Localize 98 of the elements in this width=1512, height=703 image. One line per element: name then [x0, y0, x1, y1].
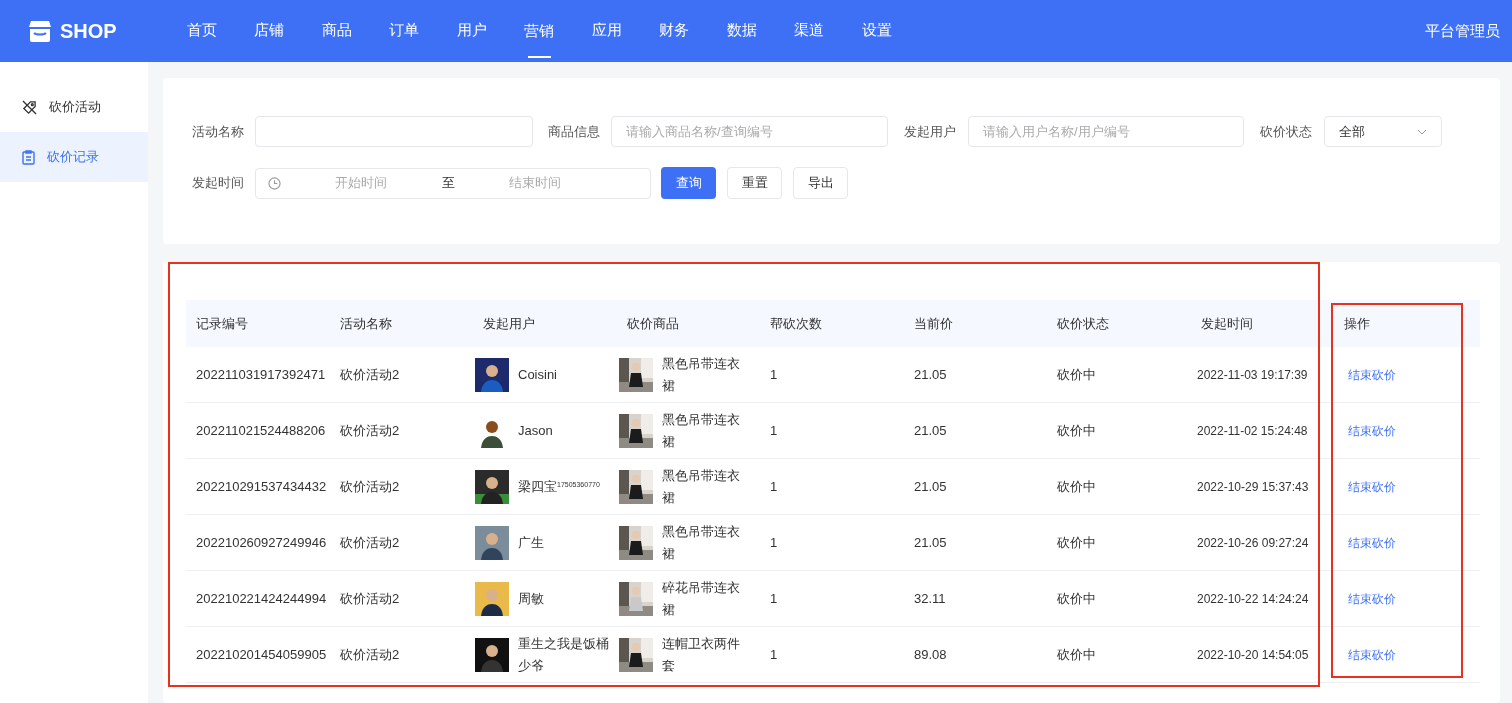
- table-cell: 砍价中: [1057, 534, 1096, 550]
- table-cell: 2022-11-02 15:24:48: [1197, 423, 1308, 438]
- action-button[interactable]: 重置: [727, 167, 782, 199]
- table-cell: 32.11: [914, 590, 946, 606]
- table-cell: 202211031917392471: [196, 366, 326, 382]
- table-cell-text: 连帽卫衣两件套: [662, 634, 741, 675]
- table-cell: 202210260927249946: [196, 534, 327, 550]
- table-cell-text: 周敏: [518, 589, 544, 608]
- table-cell: 89.08: [914, 646, 947, 662]
- column-header: 砍价商品: [627, 315, 679, 331]
- text-field[interactable]: [255, 116, 533, 147]
- table-cell-text: 重生之我是饭桶少爷: [518, 634, 609, 675]
- table-cell: 2022-10-29 15:37:43: [1197, 479, 1309, 494]
- date-range-picker[interactable]: 开始时间 至 结束时间: [255, 167, 651, 199]
- nav-tab[interactable]: 设置: [843, 0, 911, 62]
- table-cell: 1: [770, 422, 778, 438]
- table-cell: 1: [770, 646, 778, 662]
- nav-tab[interactable]: 渠道: [775, 0, 843, 62]
- table-cell: 21.05: [914, 366, 947, 382]
- table-cell: 2022-11-03 19:17:39: [1197, 367, 1308, 382]
- field-label: 发起用户: [904, 122, 957, 141]
- table-cell: 砍价活动2: [340, 366, 400, 382]
- table-cell: 砍价中: [1057, 646, 1096, 662]
- table-cell: 202210201454059905: [196, 646, 327, 662]
- user-name[interactable]: 平台管理员: [1425, 19, 1500, 43]
- table-cell: 1: [770, 366, 778, 382]
- column-header: 操作: [1344, 315, 1370, 331]
- sidebar-item[interactable]: 砍价记录: [0, 132, 148, 182]
- text-field[interactable]: 请输入商品名称/查询编号: [611, 116, 888, 147]
- end-bargain-link[interactable]: 结束砍价: [1348, 423, 1396, 438]
- table-cell-text: 黑色吊带连衣裙: [662, 354, 741, 395]
- table-cell-text: Coisini: [518, 365, 557, 384]
- nav-tab[interactable]: 店铺: [235, 0, 303, 62]
- table-cell: 21.05: [914, 534, 947, 550]
- end-date-field[interactable]: 结束时间: [455, 173, 615, 193]
- table-cell: 砍价活动2: [340, 422, 400, 438]
- table-cell: 2022-10-26 09:27:24: [1197, 535, 1309, 550]
- table-cell: 砍价中: [1057, 422, 1096, 438]
- end-bargain-link[interactable]: 结束砍价: [1348, 367, 1396, 382]
- table-cell: 1: [770, 590, 778, 606]
- end-bargain-link[interactable]: 结束砍价: [1348, 535, 1396, 550]
- end-bargain-link[interactable]: 结束砍价: [1348, 479, 1396, 494]
- column-header: 发起时间: [1201, 315, 1253, 331]
- clock-icon: [268, 176, 281, 190]
- field-label: 砍价状态: [1260, 122, 1313, 141]
- tag-icon: [22, 99, 37, 115]
- nav-tab[interactable]: 应用: [573, 0, 641, 62]
- column-header: 帮砍次数: [770, 315, 822, 331]
- table-cell-text: 广生: [518, 533, 544, 552]
- table-cell: 2022-10-20 14:54:05: [1197, 647, 1309, 662]
- start-date-field[interactable]: 开始时间: [281, 173, 441, 193]
- column-header: 记录编号: [196, 315, 248, 331]
- nav-tab[interactable]: 财务: [640, 0, 708, 62]
- sidebar-item[interactable]: 砍价活动: [0, 82, 148, 132]
- column-header: 当前价: [914, 315, 953, 331]
- search-button[interactable]: 查询: [661, 167, 716, 199]
- table-cell-text: 黑色吊带连衣裙: [662, 466, 741, 507]
- end-bargain-link[interactable]: 结束砍价: [1348, 647, 1396, 662]
- table-cell: 砍价中: [1057, 478, 1096, 494]
- table-cell: 砍价中: [1057, 366, 1096, 382]
- nav-tab[interactable]: 数据: [708, 0, 776, 62]
- field-label: 商品信息: [548, 122, 601, 141]
- column-header: 砍价状态: [1057, 315, 1109, 331]
- action-button[interactable]: 导出: [793, 167, 848, 199]
- nav-tab[interactable]: 订单: [370, 0, 438, 62]
- table-cell-text: Jason: [518, 421, 553, 440]
- nav-tab[interactable]: 首页: [168, 0, 236, 62]
- logo-text: SHOP: [60, 19, 117, 44]
- field-label: 活动名称: [192, 122, 245, 141]
- table-cell: 砍价中: [1057, 590, 1096, 606]
- clipboard-icon: [22, 149, 35, 165]
- table-cell: 1: [770, 534, 778, 550]
- table-cell: 砍价活动2: [340, 590, 400, 606]
- nav-tab[interactable]: 商品: [303, 0, 371, 62]
- status-select[interactable]: 全部: [1324, 116, 1442, 147]
- table-cell-text: 黑色吊带连衣裙: [662, 522, 741, 563]
- table-cell: 21.05: [914, 478, 947, 494]
- end-bargain-link[interactable]: 结束砍价: [1348, 591, 1396, 606]
- table-cell-text: 黑色吊带连衣裙: [662, 410, 741, 451]
- table-cell: 202210291537434432: [196, 478, 327, 494]
- table-cell: 202210221424244994: [196, 590, 327, 606]
- table-cell: 21.05: [914, 422, 947, 438]
- table-cell: 202211021524488206: [196, 422, 326, 438]
- column-header: 活动名称: [340, 315, 392, 331]
- table-cell-text: 梁四宝$^{17505360770}$: [518, 477, 600, 496]
- text-field[interactable]: 请输入用户名称/用户编号: [968, 116, 1244, 147]
- table-cell: 1: [770, 478, 778, 494]
- column-header: 发起用户: [483, 315, 535, 331]
- nav-tab[interactable]: 用户: [438, 0, 506, 62]
- table-cell: 2022-10-22 14:24:24: [1197, 591, 1309, 606]
- chevron-down-icon: [1417, 128, 1427, 135]
- table-cell: 砍价活动2: [340, 646, 400, 662]
- field-label: 发起时间: [192, 174, 245, 193]
- table-cell: 砍价活动2: [340, 478, 400, 494]
- table-cell-text: 碎花吊带连衣裙: [662, 578, 741, 619]
- shop-logo-icon: [28, 20, 52, 42]
- nav-tab[interactable]: 营销: [505, 0, 573, 62]
- table-cell: 砍价活动2: [340, 534, 400, 550]
